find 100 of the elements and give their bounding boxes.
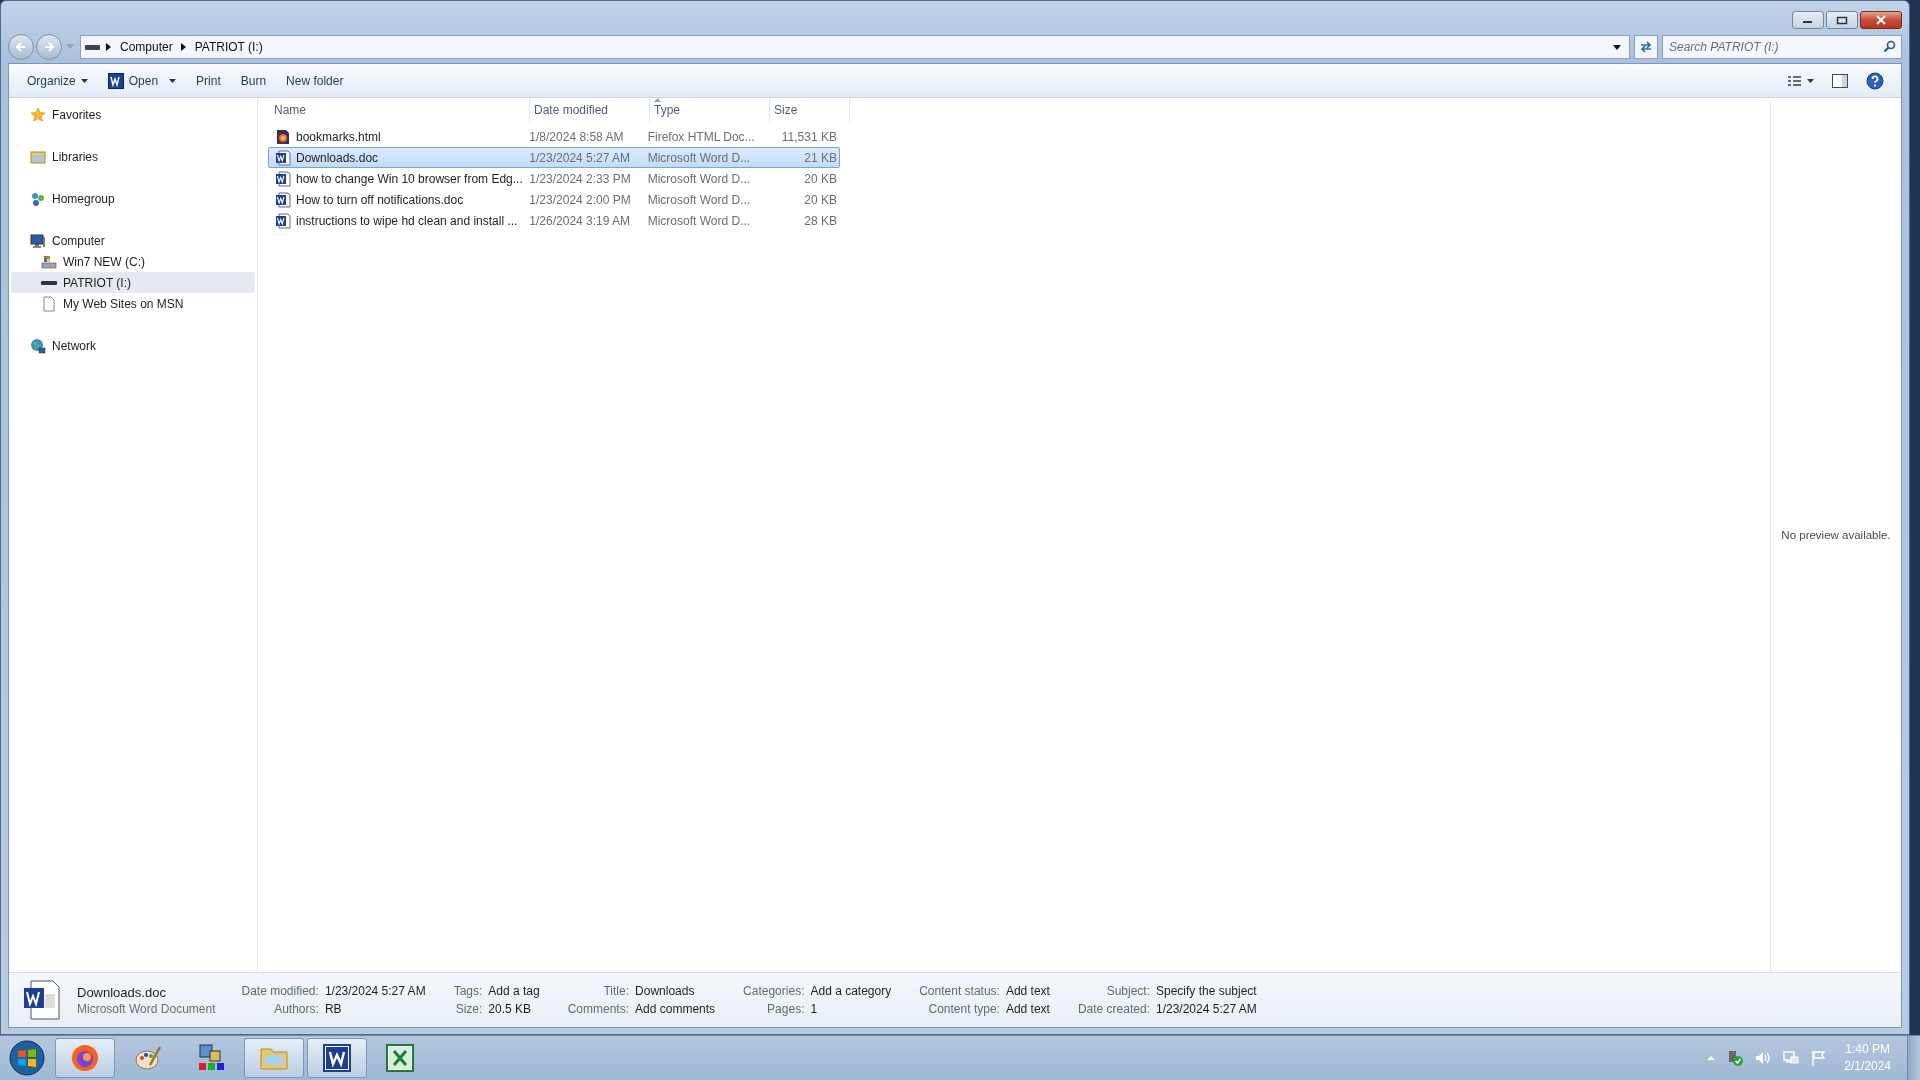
property-value[interactable]: Add text	[1005, 1002, 1050, 1016]
property-label: Content type:	[927, 1002, 1000, 1016]
close-button[interactable]	[1860, 11, 1902, 29]
toolbar-button[interactable]: Print	[188, 69, 229, 92]
file-name: Downloads.doc	[77, 984, 167, 1000]
breadcrumb[interactable]: Computer	[120, 40, 173, 54]
property-value[interactable]: 1/23/2024 5:27 AM	[1156, 1002, 1257, 1016]
sort-arrow-icon	[654, 98, 661, 102]
property-label: Subject:	[1105, 984, 1150, 998]
refresh-icon	[1639, 40, 1653, 54]
property-value[interactable]: 20.5 KB	[488, 1002, 540, 1016]
type-cell-text: Microsoft Word D...	[646, 213, 752, 228]
word-file-icon	[275, 170, 291, 187]
organize-menu-button[interactable]: Organize	[19, 69, 96, 92]
network-icon	[30, 337, 46, 354]
sidebar-item[interactable]: Computer	[11, 230, 255, 251]
sidebar-item[interactable]: My Web Sites on MSN	[11, 293, 255, 314]
caret-icon	[169, 78, 177, 83]
search-field[interactable]: Search PATRIOT (I:)	[1662, 35, 1902, 59]
word-icon	[322, 1043, 352, 1073]
type-cell-text: Firefox HTML Doc...	[646, 129, 756, 144]
word-file-icon	[275, 191, 291, 208]
property-label: Date modified:	[241, 984, 319, 998]
property-value[interactable]: Specify the subject	[1156, 984, 1257, 998]
refresh-button[interactable]	[1634, 35, 1658, 59]
help-icon	[1866, 71, 1884, 90]
date-cell-text: 1/8/2024 8:58 AM	[528, 129, 625, 144]
word-icon	[107, 72, 124, 89]
type-cell-text: Microsoft Word D...	[646, 150, 752, 165]
details-view-icon	[1788, 74, 1814, 87]
property-value[interactable]: 1/23/2024 5:27 AM	[324, 984, 426, 998]
toolbar-button[interactable]: New folder	[278, 69, 352, 92]
date-cell-text: 1/23/2024 2:33 PM	[528, 171, 632, 186]
forward-arrow-icon	[42, 40, 56, 54]
size-cell-text: 21 KB	[803, 150, 838, 165]
breadcrumb[interactable]: PATRIOT (I:)	[194, 40, 263, 54]
computer-icon	[30, 232, 46, 249]
property-value[interactable]: RB	[324, 1002, 426, 1016]
sidebar-item[interactable]: Libraries	[11, 146, 255, 167]
file-row[interactable]: how to change Win 10 browser from Edg... 1/23/2024 2:33 PM Microsoft Word D... 20 KB	[268, 168, 840, 189]
taskbar-app[interactable]	[307, 1038, 367, 1078]
toolbar-button[interactable]: Burn	[232, 69, 275, 92]
maximize-icon	[1836, 15, 1848, 25]
picture-tiles-icon	[196, 1043, 226, 1073]
drive-icon	[41, 253, 57, 270]
back-button[interactable]	[8, 34, 34, 60]
sidebar-item[interactable]: PATRIOT (I:)	[11, 272, 255, 293]
type-cell-text: Microsoft Word D...	[646, 192, 752, 207]
size-cell-text: 28 KB	[803, 213, 838, 228]
property-label: Categories:	[743, 984, 805, 998]
homegroup-icon	[30, 190, 46, 207]
word-file-icon	[275, 212, 291, 229]
preview-message: No preview available.	[1781, 529, 1891, 541]
address-bar[interactable]: Computer PATRIOT (I:)	[80, 35, 1630, 59]
chevron-icon	[106, 43, 112, 51]
property-label: Date created:	[1077, 1002, 1150, 1016]
property-value[interactable]: Add comments	[635, 1002, 716, 1016]
windows-logo-icon	[9, 1040, 45, 1076]
security-shield-icon[interactable]	[1726, 1049, 1745, 1067]
file-row[interactable]: instructions to wipe hd clean and install ... 1/26/2024 3:19 AM Microsoft Word D... 28 KB	[268, 210, 840, 231]
date-cell-text: 1/23/2024 2:00 PM	[528, 192, 632, 207]
property-value[interactable]: 1	[810, 1002, 892, 1016]
property-label: Authors:	[273, 1002, 319, 1016]
firefox-icon	[70, 1043, 100, 1073]
star-icon	[30, 106, 46, 123]
property-value[interactable]: Add a tag	[488, 984, 540, 998]
drive-icon	[41, 280, 57, 285]
property-value[interactable]: Downloads	[635, 984, 716, 998]
dropdown-arrow-icon[interactable]	[1613, 44, 1621, 50]
excel-icon	[385, 1043, 415, 1073]
firefox-file-icon	[275, 128, 291, 145]
property-label: Content status:	[919, 984, 1000, 998]
sidebar-item[interactable]: Homegroup	[11, 188, 255, 209]
back-arrow-icon	[14, 40, 28, 54]
file-row[interactable]: How to turn off notifications.doc 1/23/2024 2:00 PM Microsoft Word D... 20 KB	[268, 189, 840, 210]
property-value[interactable]: Add a category	[810, 984, 892, 998]
column-header[interactable]: Name	[272, 98, 530, 122]
sidebar-item[interactable]: Network	[11, 335, 255, 356]
forward-button[interactable]	[36, 34, 62, 60]
file-row[interactable]: Downloads.doc 1/23/2024 5:27 AM Microsoft Word D... 21 KB	[268, 147, 840, 168]
property-label: Size:	[454, 1002, 483, 1016]
sidebar-item[interactable]: Win7 NEW (C:)	[11, 251, 255, 272]
property-value[interactable]: Add text	[1005, 984, 1050, 998]
close-icon	[1875, 15, 1887, 25]
open-button[interactable]: Open	[99, 68, 185, 93]
search-icon	[1883, 40, 1896, 53]
column-header[interactable]: Size	[770, 98, 850, 122]
file-row[interactable]: bookmarks.html 1/8/2024 8:58 AM Firefox HTML Doc... 11,531 KB	[268, 126, 840, 147]
size-cell-text: 20 KB	[803, 171, 838, 186]
date-cell-text: 1/23/2024 5:27 AM	[528, 150, 632, 165]
type-cell-text: Microsoft Word D...	[646, 171, 752, 186]
minimize-button[interactable]	[1792, 11, 1824, 29]
chevron-icon	[180, 43, 187, 51]
column-header[interactable]: Date modified	[530, 98, 650, 122]
property-label: Tags:	[453, 984, 483, 998]
sidebar-item[interactable]: Favorites	[11, 104, 255, 125]
taskbar-app[interactable]	[55, 1038, 115, 1078]
maximize-button[interactable]	[1826, 11, 1858, 29]
page-icon	[41, 295, 57, 312]
property-label: Title:	[602, 984, 630, 998]
